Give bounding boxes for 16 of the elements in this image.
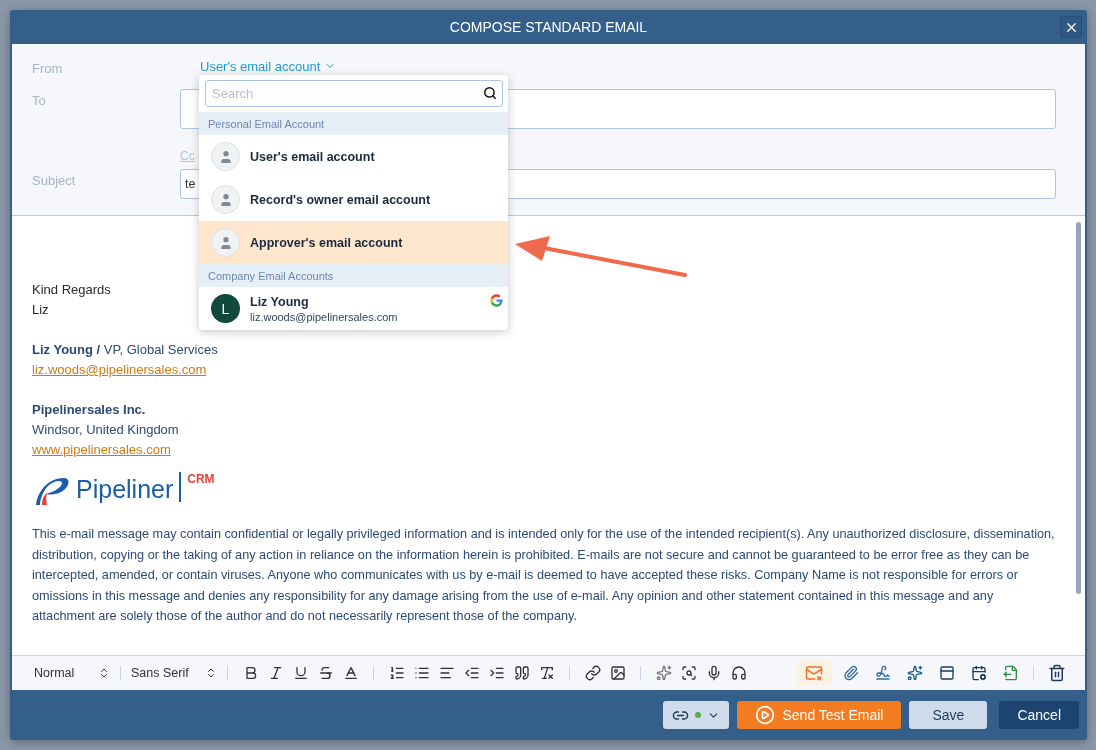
closing-text: Kind Regards xyxy=(32,282,111,297)
company-name: Pipelinersales Inc. xyxy=(32,402,146,417)
signature-title: VP, Global Services xyxy=(103,342,218,357)
subject-label: Subject xyxy=(32,172,77,190)
closing-text: Liz xyxy=(32,302,49,317)
disclaimer-text: This e-mail message may contain confidential or legally privileged information and is intended only for the use of the intended recipient(s). Any unauthorized disclosure, dissemination, distribution, copying or the taking of any action in reliance on the information herein is prohibited. E-mails are not secure and cannot be guaranteed to be error free as they can be intercepted, amended, or contain viruses. Anyone who communicates with us by e-mail is deemed to have accepted these risks. Company Name is not responsible for errors or omissions in this message and denies any responsibility for any damage arising from the use of e-mail. Any opinion and other statement contained in this message and any attachment are solely those of the author and do not necessarily represent those of the company. xyxy=(32,526,1056,625)
window-title: COMPOSE STANDARD EMAIL xyxy=(449,19,648,35)
group-heading: Company Email Accounts xyxy=(199,264,508,287)
company-location: Windsor, United Kingdom xyxy=(32,422,179,437)
logo-tag: CRM xyxy=(187,472,215,486)
from-label: From xyxy=(32,60,64,78)
signature-name: Liz Young / xyxy=(32,342,101,357)
avatar: L xyxy=(211,294,240,323)
group-heading: Personal Email Account xyxy=(199,112,508,135)
logo-name: Pipeliner xyxy=(76,475,174,504)
to-label: To xyxy=(32,92,47,110)
